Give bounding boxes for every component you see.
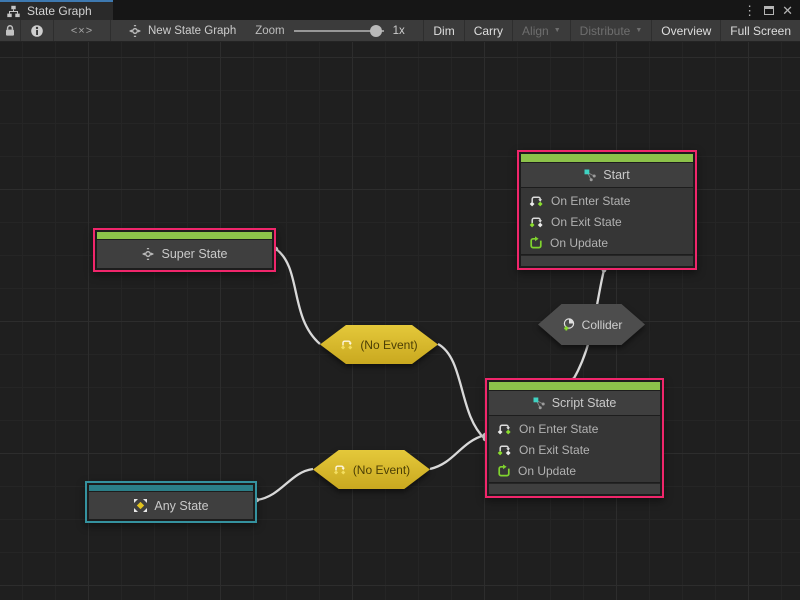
graph-selector[interactable]: New State Graph bbox=[111, 20, 246, 41]
event-slot-on-enter-state[interactable]: On Enter State bbox=[521, 190, 693, 211]
node-title-label: Any State bbox=[154, 499, 208, 513]
node-super-state[interactable]: Super State bbox=[93, 228, 276, 272]
event-slot-label: On Update bbox=[550, 236, 608, 250]
info-icon bbox=[30, 24, 44, 38]
node-footer bbox=[521, 255, 693, 266]
wire-event-to-scriptstate-2 bbox=[430, 435, 485, 469]
node-collider[interactable]: Collider bbox=[538, 304, 645, 345]
window-controls: ⋮ ✕ bbox=[743, 0, 800, 20]
any-state-icon bbox=[133, 498, 148, 513]
update-loop-icon bbox=[497, 464, 511, 478]
carry-button[interactable]: Carry bbox=[464, 20, 512, 41]
enter-state-icon bbox=[497, 422, 512, 436]
no-event-icon bbox=[340, 338, 354, 351]
node-header-strip bbox=[89, 485, 253, 491]
node-body: On Enter State On Exit State bbox=[521, 188, 693, 254]
node-footer bbox=[489, 483, 660, 494]
node-any-state[interactable]: Any State bbox=[85, 481, 257, 523]
graph-canvas[interactable]: Start On Enter State bbox=[0, 42, 800, 600]
lock-icon bbox=[4, 24, 16, 37]
transition-event-label: (No Event) bbox=[353, 463, 410, 477]
node-title-label: Collider bbox=[582, 318, 623, 332]
fullscreen-button[interactable]: Full Screen bbox=[720, 20, 800, 41]
info-button[interactable] bbox=[21, 20, 54, 41]
node-title-label: Super State bbox=[161, 247, 227, 261]
title-bar: State Graph ⋮ ✕ bbox=[0, 0, 800, 20]
chevron-down-icon: ▼ bbox=[635, 27, 642, 34]
tab-state-graph[interactable]: State Graph bbox=[0, 0, 113, 20]
wire-anystate-to-event bbox=[257, 469, 313, 500]
tab-title: State Graph bbox=[27, 4, 92, 18]
node-any-state-title: Any State bbox=[89, 492, 253, 519]
toolbar-button-group: Dim Carry Align ▼ Distribute ▼ Overview … bbox=[423, 20, 800, 41]
state-transition-icon bbox=[584, 169, 597, 182]
event-slot-label: On Exit State bbox=[519, 443, 590, 457]
node-header-strip bbox=[97, 232, 272, 239]
wire-superstate-to-event bbox=[276, 249, 320, 344]
enter-state-icon bbox=[529, 194, 544, 208]
event-slot-on-update[interactable]: On Update bbox=[489, 460, 660, 481]
code-button[interactable]: <×> bbox=[54, 20, 111, 41]
node-transition-event-bottom[interactable]: (No Event) bbox=[313, 450, 430, 489]
graph-icon bbox=[6, 5, 21, 18]
event-slot-on-update[interactable]: On Update bbox=[521, 232, 693, 253]
dim-button[interactable]: Dim bbox=[423, 20, 463, 41]
close-icon[interactable]: ✕ bbox=[782, 4, 793, 17]
distribute-label: Distribute bbox=[580, 24, 631, 38]
state-graph-window: State Graph ⋮ ✕ <×> bbox=[0, 0, 800, 600]
node-transition-event-top[interactable]: (No Event) bbox=[320, 325, 438, 364]
node-script-state[interactable]: Script State On Enter State bbox=[485, 378, 664, 498]
move-crosshair-icon bbox=[128, 24, 142, 38]
node-body: On Enter State On Exit State bbox=[489, 416, 660, 482]
zoom-label: Zoom bbox=[255, 25, 284, 37]
zoom-slider[interactable] bbox=[294, 25, 384, 37]
node-start[interactable]: Start On Enter State bbox=[517, 150, 697, 270]
event-slot-on-exit-state[interactable]: On Exit State bbox=[521, 211, 693, 232]
kebab-menu-icon[interactable]: ⋮ bbox=[743, 4, 756, 17]
graph-selector-label: New State Graph bbox=[148, 25, 236, 37]
align-dropdown[interactable]: Align ▼ bbox=[512, 20, 570, 41]
event-slot-label: On Update bbox=[518, 464, 576, 478]
code-icon: <×> bbox=[71, 25, 93, 37]
lock-button[interactable] bbox=[0, 20, 21, 41]
toolbar: <×> New State Graph Zoom 1x Dim Carry Al… bbox=[0, 20, 800, 42]
wire-event-to-scriptstate bbox=[438, 344, 485, 439]
event-slot-label: On Enter State bbox=[551, 194, 630, 208]
update-loop-icon bbox=[529, 236, 543, 250]
distribute-dropdown[interactable]: Distribute ▼ bbox=[570, 20, 652, 41]
node-header-strip bbox=[489, 382, 660, 390]
state-transition-icon bbox=[533, 397, 546, 410]
node-script-state-title: Script State bbox=[489, 391, 660, 415]
event-slot-label: On Enter State bbox=[519, 422, 598, 436]
zoom-value: 1x bbox=[393, 25, 405, 37]
node-super-state-title: Super State bbox=[97, 240, 272, 268]
exit-state-icon bbox=[497, 443, 512, 457]
zoom-slider-thumb[interactable] bbox=[370, 25, 382, 37]
chevron-down-icon: ▼ bbox=[554, 27, 561, 34]
node-title-label: Start bbox=[603, 168, 629, 182]
align-label: Align bbox=[522, 24, 549, 38]
event-slot-label: On Exit State bbox=[551, 215, 622, 229]
node-header-strip bbox=[521, 154, 693, 162]
node-title-label: Script State bbox=[552, 396, 617, 410]
maximize-icon[interactable] bbox=[764, 6, 774, 15]
no-event-icon bbox=[333, 463, 347, 476]
node-start-title: Start bbox=[521, 163, 693, 187]
overview-button[interactable]: Overview bbox=[651, 20, 720, 41]
exit-state-icon bbox=[529, 215, 544, 229]
transition-event-label: (No Event) bbox=[360, 338, 417, 352]
event-slot-on-enter-state[interactable]: On Enter State bbox=[489, 418, 660, 439]
event-slot-on-exit-state[interactable]: On Exit State bbox=[489, 439, 660, 460]
move-crosshair-icon bbox=[141, 247, 155, 261]
collider-icon bbox=[561, 317, 576, 332]
